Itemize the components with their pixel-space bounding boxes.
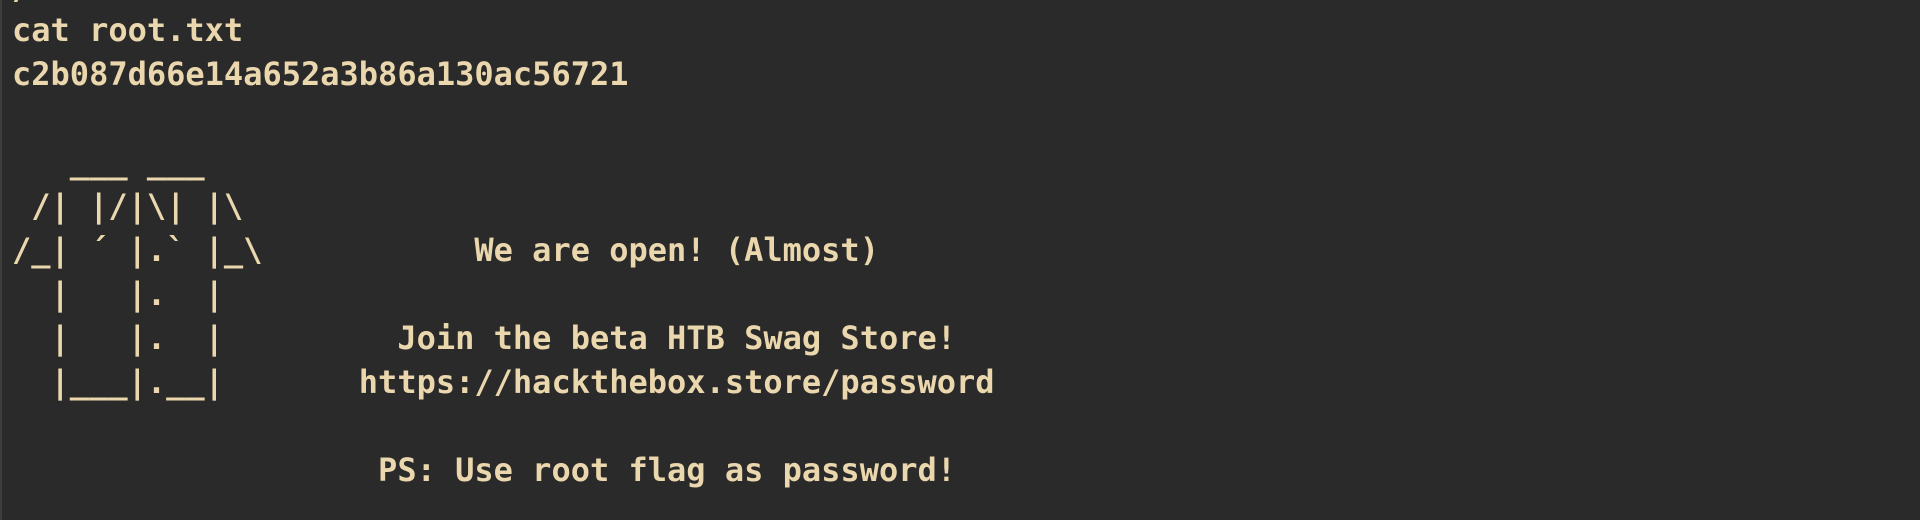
banner-line-3: /_| ´ |.` |_\ We are open! (Almost) bbox=[12, 231, 879, 269]
banner-line-4: | |. | bbox=[12, 275, 224, 313]
command-line: cat root.txt bbox=[12, 11, 244, 49]
flag-output: c2b087d66e14a652a3b86a130ac56721 bbox=[12, 55, 629, 93]
terminal-window: / cat root.txt c2b087d66e14a652a3b86a130… bbox=[0, 0, 1920, 520]
banner-line-8: PS: Use root flag as password! bbox=[12, 451, 957, 489]
banner-line-1: ___ ___ bbox=[12, 143, 205, 181]
banner-line-5: | |. | Join the beta HTB Swag Store! bbox=[12, 319, 957, 357]
banner-line-2: /| |/|\| |\ bbox=[12, 187, 244, 225]
banner-line-6: |___|.__| https://hackthebox.store/passw… bbox=[12, 363, 995, 401]
